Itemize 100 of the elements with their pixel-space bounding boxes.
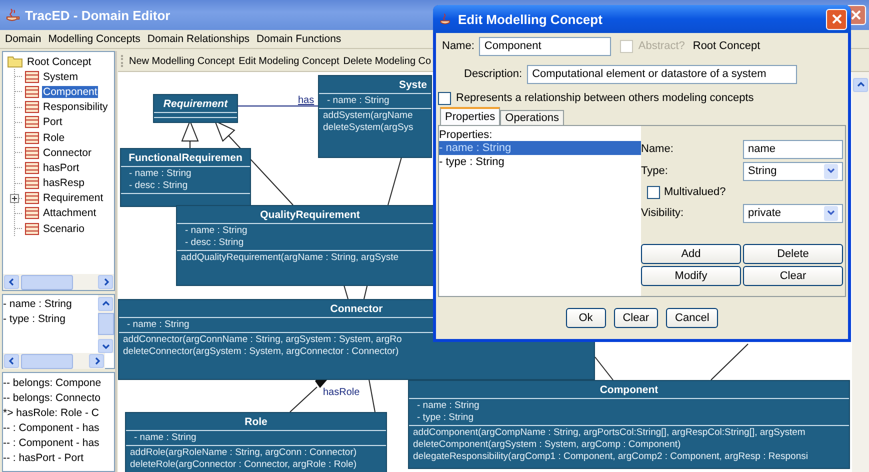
field-label: Name: <box>442 40 474 52</box>
class-operation: deleteComponent(argSystem : System, argComp : Component) <box>413 439 682 451</box>
class-attribute: - name : String <box>327 95 390 107</box>
tree-item[interactable]: Attachment <box>42 207 98 220</box>
relation-item[interactable]: -- belongs: Connecto <box>3 391 114 406</box>
tree-item[interactable]: Responsibility <box>42 101 109 114</box>
tree-item[interactable]: Root Concept <box>26 56 92 68</box>
menu-item[interactable]: Domain Functions <box>256 33 342 45</box>
dialog-title: Edit Modelling Concept <box>458 12 602 26</box>
horizontal-scrollbar[interactable] <box>3 353 105 369</box>
relation-item[interactable]: -- : hasPort - Port <box>3 451 114 466</box>
toolbar-button[interactable]: Edit Modeling Concept <box>238 56 340 66</box>
horizontal-scrollbar[interactable] <box>3 274 114 290</box>
class-name: QualityRequirement <box>260 208 360 220</box>
dialog-button[interactable]: Ok <box>566 308 606 328</box>
expand-icon[interactable] <box>10 194 19 203</box>
class-operation: addConnector(argConnName : String, argSystem : System, argRo <box>123 334 403 346</box>
class-box[interactable]: Role - name : String addRole(argRoleName : String, argConn : Connector) deleteRole(argConnector : Connector, argRole : Role) <box>125 412 387 472</box>
tree-item[interactable]: System <box>42 70 80 83</box>
menu-item[interactable]: Domain <box>5 33 42 45</box>
class-operation: deleteRole(argConnector : Connector, argRole : Role) <box>130 459 358 471</box>
tree-item[interactable]: hasResp <box>42 177 86 190</box>
tree-item[interactable]: hasPort <box>42 162 80 174</box>
vertical-scrollbar[interactable] <box>98 295 114 353</box>
class-box[interactable] <box>408 380 850 469</box>
class-operation: delegateResponsibility(argComp1 : Component, argComp2 : Component, argResp : Responsi <box>413 451 809 463</box>
striped-box-icon <box>25 86 39 98</box>
menu-item[interactable]: Modelling Concepts <box>48 33 140 45</box>
class-attribute: - name : String <box>185 225 248 237</box>
striped-box-icon <box>25 222 39 235</box>
class-name: Requirement <box>163 98 228 110</box>
chevron-down-icon[interactable] <box>827 168 835 174</box>
toolbar-button[interactable]: Delete Modeling Co <box>343 56 432 66</box>
checkbox[interactable] <box>438 92 451 104</box>
tree-item[interactable]: Connector <box>42 146 92 159</box>
cup-icon <box>439 12 453 26</box>
tab[interactable]: Properties <box>440 107 500 125</box>
striped-box-icon <box>25 132 39 144</box>
striped-box-icon <box>25 207 39 220</box>
tree-item[interactable]: Port <box>42 116 64 128</box>
tree-item[interactable]: Scenario <box>42 222 86 235</box>
dialog-button[interactable]: Cancel <box>666 308 718 328</box>
class-attribute: - name : String <box>134 432 198 444</box>
class-operation: addComponent(argCompName : String, argPortsCol:String[], argRespCol:String[], argSystem <box>413 427 806 439</box>
class-attribute: - name : String <box>127 319 190 331</box>
striped-box-icon <box>25 177 39 190</box>
relation-item[interactable]: -- belongs: Compone <box>3 376 114 391</box>
close-button[interactable] <box>826 8 847 30</box>
striped-box-icon <box>25 70 39 83</box>
attribute-item[interactable]: - type : String <box>3 312 98 327</box>
tree-item[interactable]: Role <box>42 132 66 144</box>
concept-name-field[interactable]: Component <box>479 36 612 56</box>
toolbar-button[interactable]: New Modelling Concept <box>129 56 235 66</box>
class-attribute: - name : String <box>129 168 192 180</box>
class-name: Syste <box>398 78 427 90</box>
class-attribute: - desc : String <box>129 180 189 192</box>
field-label: Visibility: <box>641 207 685 219</box>
class-box[interactable]: Requirement <box>153 94 238 123</box>
class-box[interactable]: Syste - name : String addSystem(argName deleteSystem(argSys <box>318 75 432 158</box>
striped-box-icon <box>25 116 39 128</box>
close-icon <box>851 10 861 20</box>
field-label: Name: <box>641 143 674 155</box>
class-box[interactable]: FunctionalRequiremen - name : String - desc : String <box>120 148 251 207</box>
class-operation: addSystem(argName <box>323 110 414 122</box>
class-name: FunctionalRequiremen <box>128 152 242 164</box>
association-line <box>710 344 748 380</box>
form-button[interactable]: Delete <box>743 244 843 264</box>
tree-item[interactable]: Component <box>42 86 98 98</box>
dialog-button[interactable]: Clear <box>614 308 658 328</box>
visibility-dropdown[interactable]: private <box>743 204 843 222</box>
menu-item[interactable]: Domain Relationships <box>147 33 250 45</box>
checkbox-label: Represents a relationship between others modeling concepts <box>456 92 754 104</box>
vertical-scrollbar[interactable] <box>852 72 869 472</box>
description-field[interactable]: Computational element or datastore of a system <box>527 64 798 84</box>
property-name-field[interactable]: name <box>743 140 843 158</box>
striped-box-icon <box>25 192 39 204</box>
form-button[interactable]: Add <box>641 244 741 264</box>
relation-item[interactable]: *> hasRole: Role - C <box>3 406 114 421</box>
type-dropdown[interactable]: String <box>743 162 843 180</box>
class-operation: deleteConnector(argSystem : System, argConnector : Connector) <box>123 346 400 358</box>
close-icon <box>832 14 842 24</box>
property-item[interactable]: - name : String <box>439 141 641 155</box>
class-operation: addRole(argRoleName : String, argConn : Connector) <box>130 447 358 459</box>
form-button[interactable]: Modify <box>641 266 741 286</box>
chevron-down-icon[interactable] <box>827 210 835 216</box>
tree-item[interactable]: Requirement <box>42 192 104 204</box>
checkbox[interactable] <box>647 186 660 198</box>
class-operation: addQualityRequirement(argName : String, argSyste <box>181 252 400 264</box>
attribute-item[interactable]: - name : String <box>3 297 98 312</box>
class-name: Connector <box>330 302 383 314</box>
folder-icon <box>7 55 23 68</box>
relation-item[interactable]: -- : Component - has <box>3 436 114 451</box>
field-label: Type: <box>641 165 669 177</box>
property-item[interactable]: - type : String <box>439 155 641 169</box>
form-button[interactable]: Clear <box>743 266 843 286</box>
class-attribute: - desc : String <box>185 237 245 249</box>
relation-item[interactable]: -- : Component - has <box>3 421 114 436</box>
class-name: Role <box>244 416 268 428</box>
parent-label: Root Concept <box>692 40 760 52</box>
tab[interactable]: Operations <box>500 110 564 125</box>
